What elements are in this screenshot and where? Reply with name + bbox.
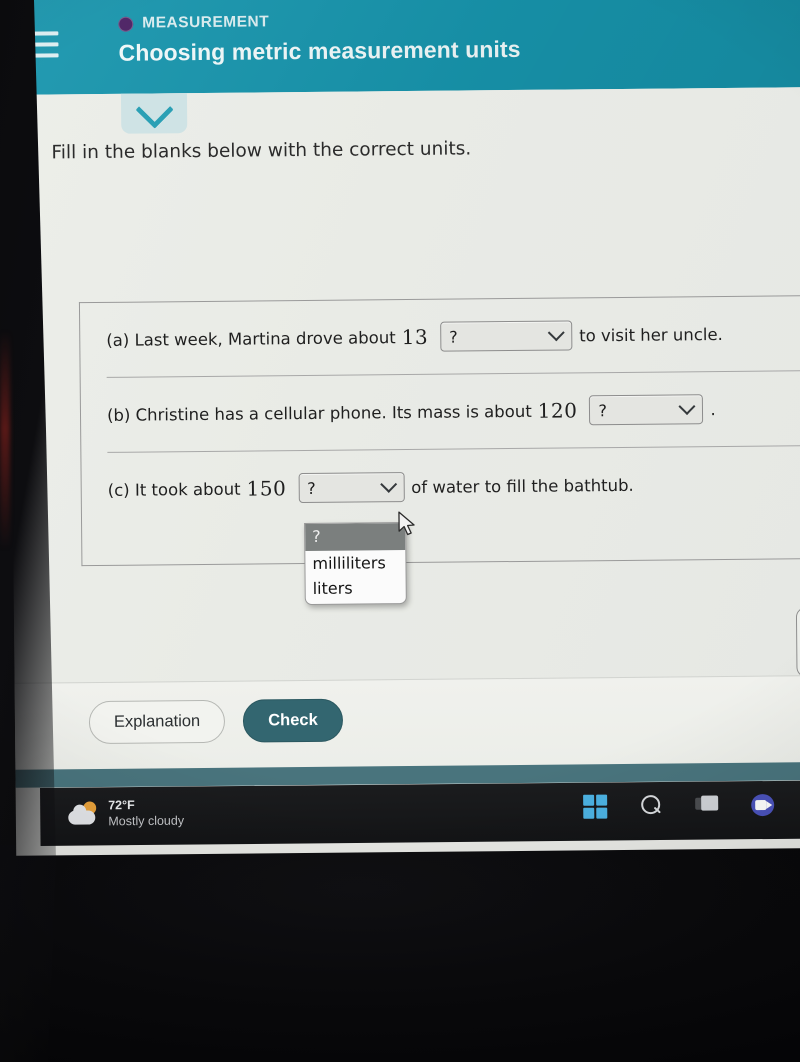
explanation-button[interactable]: Explanation — [88, 699, 226, 745]
action-bar: Explanation Check — [14, 675, 800, 788]
question-b-text-before: (b) Christine has a cellular phone. Its … — [106, 401, 532, 425]
question-b-number: 120 — [537, 398, 578, 423]
question-row-b: (b) Christine has a cellular phone. Its … — [81, 371, 800, 452]
hamburger-menu-icon[interactable] — [28, 31, 59, 58]
question-box: (a) Last week, Martina drove about 13 ? … — [78, 294, 800, 567]
topic-label: MEASUREMENT — [142, 13, 270, 32]
action-bar-buttons: Explanation Check — [88, 698, 343, 745]
dropdown-option-liters[interactable]: liters — [306, 575, 406, 601]
search-icon[interactable] — [636, 791, 666, 821]
sun-behind-cloud-icon — [68, 801, 98, 825]
question-c-number: 150 — [246, 476, 287, 501]
weather-temperature: 72°F — [108, 798, 135, 813]
instruction-text: Fill in the blanks below with the correc… — [51, 138, 472, 164]
unit-select-c-value: ? — [307, 478, 316, 498]
chevron-down-icon — [134, 90, 174, 129]
question-c-text-before: (c) It took about — [107, 479, 241, 500]
question-a-text-before: (a) Last week, Martina drove about — [106, 327, 396, 350]
dropdown-option-milliliters[interactable]: milliliters — [305, 550, 405, 576]
windows-start-icon[interactable] — [580, 792, 610, 822]
weather-text: 72°F Mostly cloudy — [108, 797, 184, 830]
task-view-icon[interactable] — [692, 790, 722, 820]
question-row-a: (a) Last week, Martina drove about 13 ? … — [80, 296, 800, 377]
unit-select-a[interactable]: ? — [440, 320, 573, 352]
windows-taskbar: 72°F Mostly cloudy — [40, 780, 800, 846]
collapse-panel-tab[interactable] — [120, 90, 188, 134]
teams-icon[interactable] — [748, 790, 778, 820]
question-a-number: 13 — [401, 324, 429, 350]
unit-select-b[interactable]: ? — [589, 394, 704, 426]
page-title: Choosing metric measurement units — [118, 35, 521, 66]
purple-circle-icon — [118, 16, 134, 32]
header-text-block: MEASUREMENT Choosing metric measurement … — [118, 11, 521, 67]
photo-scene: MEASUREMENT Choosing metric measurement … — [0, 0, 800, 1062]
question-c-text-after: of water to fill the bathtub. — [411, 475, 634, 497]
edge-side-widget[interactable] — [795, 606, 800, 678]
dropdown-option-question-mark[interactable]: ? — [305, 523, 406, 552]
topic-row: MEASUREMENT — [118, 11, 520, 33]
unit-select-b-value: ? — [598, 400, 608, 420]
unit-select-c[interactable]: ? — [298, 472, 405, 504]
app-header: MEASUREMENT Choosing metric measurement … — [8, 0, 800, 95]
question-row-c: (c) It took about 150 ? of water to fill… — [81, 446, 800, 565]
weather-condition: Mostly cloudy — [108, 813, 185, 829]
check-button[interactable]: Check — [242, 698, 343, 743]
chevron-down-icon — [547, 324, 565, 342]
question-b-text-after: . — [710, 399, 716, 419]
taskbar-icon-tray — [580, 789, 800, 821]
chevron-down-icon — [379, 475, 397, 493]
chevron-down-icon — [678, 398, 696, 415]
unit-dropdown-list[interactable]: ? milliliters liters — [304, 522, 407, 606]
page-body: Fill in the blanks below with the correc… — [8, 87, 800, 788]
question-a-text-after: to visit her uncle. — [579, 324, 723, 345]
desk-background — [0, 845, 800, 1062]
bezel-light-reflection — [0, 330, 10, 550]
unit-select-a-value: ? — [449, 327, 458, 347]
laptop-screen: MEASUREMENT Choosing metric measurement … — [8, 0, 800, 856]
taskbar-weather-widget[interactable]: 72°F Mostly cloudy — [68, 797, 184, 830]
